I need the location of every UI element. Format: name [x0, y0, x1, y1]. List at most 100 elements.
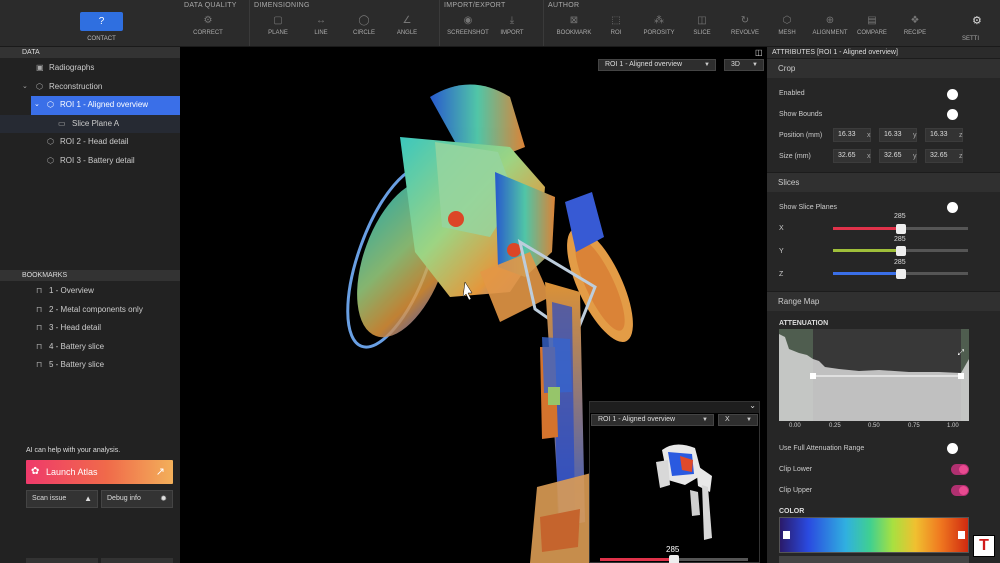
chevron-down-icon: ▼ [752, 62, 758, 68]
size-y-field[interactable]: 32.65 [879, 149, 917, 163]
tree-item-roi-1[interactable]: ⌄ ⬡ ROI 1 - Aligned overview [31, 96, 180, 115]
enabled-label: Enabled [779, 90, 805, 97]
group-import-export: IMPORT/EXPORT ◉ SCREENSHOT ⤓ IMPORT [440, 0, 544, 46]
attenuation-histogram[interactable]: ⤢ [779, 329, 969, 421]
partial-button[interactable] [101, 558, 173, 563]
inset-axis-select[interactable]: X ▼ [718, 414, 758, 426]
color-label: COLOR [779, 508, 805, 515]
recipe-button[interactable]: ❖ RECIPE [893, 12, 937, 46]
import-icon: ⤓ [509, 15, 515, 26]
launch-atlas-button[interactable]: ✿ Launch Atlas ↗ [26, 460, 173, 484]
camera-icon: ◉ [463, 15, 473, 26]
slice-z-label: Z [779, 271, 784, 278]
compare-icon: ▤ [867, 15, 877, 26]
enabled-toggle[interactable] [947, 89, 958, 100]
roi-cube-icon: ⬡ [47, 137, 54, 146]
inset-slice-view[interactable]: ⌄ ROI 1 - Aligned overview ▼ X ▼ 285 [589, 401, 760, 563]
collapse-chevron-icon[interactable]: ⌄ [749, 401, 756, 410]
slice-z-slider[interactable] [833, 268, 968, 279]
tree-item-roi-2[interactable]: ⬡ ROI 2 - Head detail [0, 133, 180, 152]
settings-button[interactable]: ⚙ SETTI [955, 12, 1000, 46]
alignment-button[interactable]: ⊕ ALIGNMENT [808, 12, 852, 46]
tree-item-reconstruction[interactable]: ⌄ ⬡ Reconstruction [0, 78, 180, 97]
screenshot-button[interactable]: ◉ SCREENSHOT [446, 12, 490, 46]
slider-thumb[interactable] [895, 245, 906, 256]
help-icon: ? [98, 16, 105, 27]
size-x-field[interactable]: 32.65 [833, 149, 871, 163]
range-map-section-header[interactable]: Range Map [767, 291, 1000, 311]
show-bounds-toggle[interactable] [947, 109, 958, 120]
inset-slider-value: 285 [666, 545, 680, 554]
slice-button[interactable]: ◫ SLICE [680, 12, 724, 46]
bookmark-button[interactable]: ⊠ BOOKMARK [552, 12, 596, 46]
bug-icon: ✹ [160, 494, 167, 503]
bookmarks-list: ⊓ 1 - Overview ⊓ 2 - Metal components only… [0, 282, 180, 375]
position-x-field[interactable]: 16.33 [833, 128, 871, 142]
plane-button[interactable]: ▢ PLANE [256, 12, 300, 46]
import-button[interactable]: ⤓ IMPORT [490, 12, 534, 46]
mesh-icon: ⬡ [782, 15, 792, 26]
partial-button[interactable] [26, 558, 98, 563]
slider-thumb[interactable] [895, 268, 906, 279]
debug-info-button[interactable]: Debug info ✹ [101, 490, 173, 508]
inset-view-select[interactable]: ROI 1 - Aligned overview ▼ [591, 414, 714, 426]
color-handle-high[interactable] [958, 531, 965, 539]
slice-y-value: 285 [894, 236, 906, 243]
bookmark-item[interactable]: ⊓ 2 - Metal components only [0, 301, 180, 320]
position-y-field[interactable]: 16.33 [879, 128, 917, 142]
inset-slider-fill [600, 558, 674, 561]
view-select[interactable]: ROI 1 - Aligned overview ▼ [598, 59, 716, 71]
chevron-down-icon[interactable]: ⌄ [22, 78, 28, 97]
chevron-down-icon[interactable]: ⌄ [34, 96, 40, 115]
position-z-field[interactable]: 16.33 [925, 128, 963, 142]
roi-button[interactable]: ⬚ ROI [594, 12, 638, 46]
axis-label: z [959, 132, 963, 139]
slice-y-slider[interactable] [833, 245, 968, 256]
clip-upper-toggle[interactable] [951, 485, 969, 496]
mesh-button[interactable]: ⬡ MESH [765, 12, 809, 46]
slider-fill [833, 249, 901, 252]
panel-toggle-icon[interactable]: ◫ [755, 47, 763, 58]
scan-issue-button[interactable]: Scan issue ▲ [26, 490, 98, 508]
bookmark-item[interactable]: ⊓ 5 - Battery slice [0, 356, 180, 375]
tree-item-roi-3[interactable]: ⬡ ROI 3 - Battery detail [0, 152, 180, 171]
mode-select[interactable]: 3D ▼ [724, 59, 764, 71]
bookmark-icon: ⊓ [36, 360, 43, 369]
circle-button[interactable]: ◯ CIRCLE [342, 12, 386, 46]
bookmark-item[interactable]: ⊓ 3 - Head detail [0, 319, 180, 338]
bookmark-icon: ⊠ [569, 15, 579, 26]
expand-icon[interactable]: ⤢ [958, 348, 964, 358]
contact-button[interactable]: ? [80, 12, 123, 31]
size-z-field[interactable]: 32.65 [925, 149, 963, 163]
bookmark-item[interactable]: ⊓ 4 - Battery slice [0, 338, 180, 357]
clip-lower-toggle[interactable] [951, 464, 969, 475]
line-button[interactable]: ↔ LINE [299, 12, 343, 46]
use-full-range-toggle[interactable] [947, 443, 958, 454]
clip-lower-label: Clip Lower [779, 466, 813, 473]
porosity-button[interactable]: ⁂ POROSITY [637, 12, 681, 46]
color-map-bar[interactable] [779, 517, 969, 553]
bookmark-item[interactable]: ⊓ 1 - Overview [0, 282, 180, 301]
tree-item-slice-plane-a[interactable]: ▭ Slice Plane A [0, 114, 180, 133]
slice-x-slider[interactable] [833, 223, 968, 234]
angle-button[interactable]: ∠ ANGLE [385, 12, 429, 46]
revolve-button[interactable]: ↻ REVOLVE [723, 12, 767, 46]
main-toolbar: ? CONTACT DATA QUALITY ⚙ CORRECT DIMENSIO… [0, 0, 1000, 47]
slices-section-header[interactable]: Slices [767, 172, 1000, 192]
color-handle-low[interactable] [783, 531, 790, 539]
correct-button[interactable]: ⚙ CORRECT [186, 12, 230, 46]
inset-slider[interactable] [600, 554, 748, 563]
show-slice-planes-toggle[interactable] [947, 202, 958, 213]
slider-thumb[interactable] [895, 223, 906, 234]
slice-x-label: X [779, 225, 784, 232]
chevron-down-icon: ▼ [702, 417, 708, 423]
inset-slider-thumb[interactable] [669, 554, 679, 563]
revolve-icon: ↻ [740, 15, 750, 26]
slice-z-value: 285 [894, 259, 906, 266]
partial-control[interactable] [779, 556, 969, 563]
data-panel-header: DATA [0, 47, 180, 58]
tree-item-radiographs[interactable]: ▣ Radiographs [0, 59, 180, 78]
crop-section-header[interactable]: Crop [767, 58, 1000, 78]
compare-button[interactable]: ▤ COMPARE [850, 12, 894, 46]
group-label: DATA QUALITY [184, 2, 237, 9]
